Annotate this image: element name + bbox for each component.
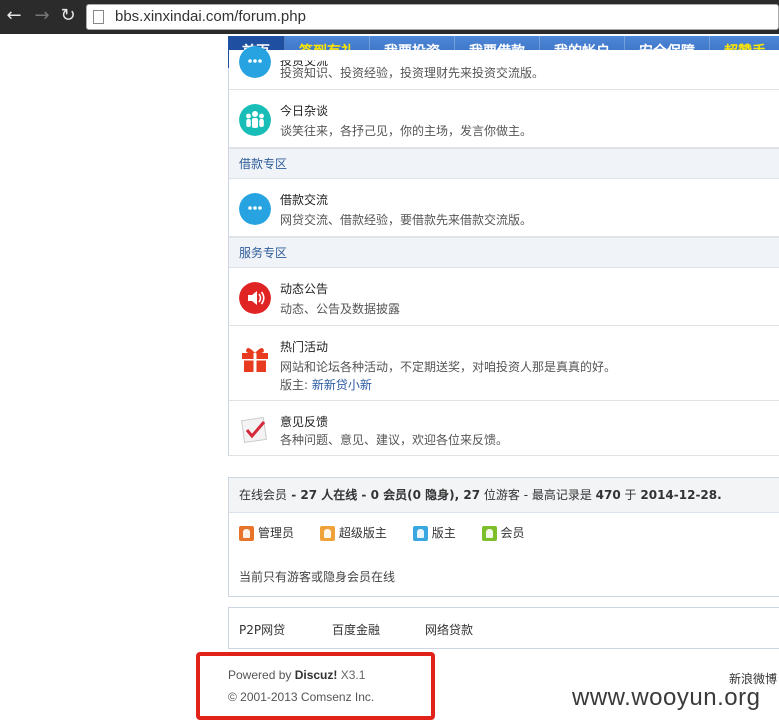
forum-row-invest[interactable]: 投资交流 投资知识、投资经验，投资理财先来投资交流版。 [229, 46, 779, 90]
forum-title[interactable]: 动态公告 [280, 280, 328, 297]
super-mod-user-icon [319, 526, 335, 541]
online-hidden-suffix: 隐身), [420, 488, 464, 502]
chat-bubbles-icon [239, 46, 271, 78]
online-record-date: 2014-12-28. [640, 488, 722, 502]
forum-row-announce[interactable]: 动态公告 动态、公告及数据披露 [229, 268, 779, 326]
online-guests-suffix: 位游客 - 最高记录是 [480, 488, 596, 502]
browser-toolbar: ← → ↻ bbs.xinxindai.com/forum.php [0, 0, 779, 34]
gift-icon [242, 347, 268, 372]
mod-user-icon [412, 526, 428, 541]
highlight-box [196, 652, 435, 720]
link-baidu-finance[interactable]: 百度金融 [332, 621, 380, 638]
forum-list: 投资交流 投资知识、投资经验，投资理财先来投资交流版。 今日杂谈 谈笑往来，各抒… [228, 46, 779, 456]
friend-links: P2P网贷 百度金融 网络贷款 [228, 607, 779, 649]
online-summary: 在线会员 - 27 人在线 - 0 会员(0 隐身), 27 位游客 - 最高记… [229, 478, 779, 513]
chat-bubbles-icon [239, 193, 271, 225]
checkmark-icon [241, 417, 267, 443]
forum-desc: 网站和论坛各种活动，不定期送奖，对咱投资人那是真真的好。 [280, 360, 617, 374]
forum-title[interactable]: 意见反馈 [280, 413, 328, 430]
forum-desc: 谈笑往来，各抒己见，你的主场，发言你做主。 [280, 124, 533, 138]
moderator-link[interactable]: 新新贷小新 [312, 378, 372, 392]
reload-icon[interactable]: ↻ [56, 4, 80, 28]
online-hidden: 0 [412, 488, 421, 502]
section-heading-borrow[interactable]: 借款专区 [229, 148, 779, 179]
admin-user-icon [239, 526, 254, 541]
forum-title[interactable]: 借款交流 [280, 191, 328, 208]
legend-member: 会员 [481, 524, 525, 541]
link-online-loan[interactable]: 网络贷款 [425, 621, 473, 638]
legend-admin: 管理员 [239, 524, 294, 541]
forum-moderator: 版主: 新新贷小新 [280, 376, 372, 393]
forum-title[interactable]: 今日杂谈 [280, 102, 328, 119]
online-members-suffix: 会员( [378, 488, 413, 502]
forum-row-events[interactable]: 热门活动 网站和论坛各种活动，不定期送奖，对咱投资人那是真真的好。 版主: 新新… [229, 326, 779, 401]
address-bar[interactable]: bbs.xinxindai.com/forum.php [86, 4, 779, 30]
moderator-label: 版主: [280, 378, 309, 392]
page-icon [93, 10, 104, 24]
online-record-mid: 于 [620, 488, 641, 502]
member-user-icon [481, 526, 497, 541]
forum-desc: 动态、公告及数据披露 [280, 302, 401, 316]
online-record: 470 [595, 488, 621, 502]
online-guests: 27 [463, 488, 481, 502]
legend-super-mod: 超级版主 [319, 524, 387, 541]
forum-row-feedback[interactable]: 意见反馈 各种问题、意见、建议，欢迎各位来反馈。 [229, 401, 779, 456]
online-members-box: 在线会员 - 27 人在线 - 0 会员(0 隐身), 27 位游客 - 最高记… [228, 477, 779, 597]
online-total: 27 [300, 488, 318, 502]
online-sep: - [287, 488, 301, 502]
forum-row-borrow[interactable]: 借款交流 网贷交流、借款经验，要借款先来借款交流版。 [229, 179, 779, 237]
online-current-text: 当前只有游客或隐身会员在线 [239, 570, 396, 584]
forum-title[interactable]: 热门活动 [280, 338, 328, 355]
forward-arrow-icon[interactable]: → [30, 4, 54, 28]
forum-row-chat[interactable]: 今日杂谈 谈笑往来，各抒己见，你的主场，发言你做主。 [229, 90, 779, 148]
online-total-suffix: 人在线 - [317, 488, 371, 502]
forum-desc: 网贷交流、借款经验，要借款先来借款交流版。 [280, 213, 533, 227]
section-heading-service[interactable]: 服务专区 [229, 237, 779, 268]
people-group-icon [239, 104, 271, 136]
online-members: 0 [370, 488, 379, 502]
member-legend: 管理员 超级版主 版主 会员 [239, 524, 547, 541]
watermark: www.wooyun.org [572, 684, 761, 711]
online-label[interactable]: 在线会员 [239, 488, 287, 502]
forum-desc: 投资知识、投资经验，投资理财先来投资交流版。 [280, 66, 545, 80]
forum-desc: 各种问题、意见、建议，欢迎各位来反馈。 [280, 433, 509, 447]
url-text[interactable]: bbs.xinxindai.com/forum.php [115, 8, 306, 25]
link-p2p[interactable]: P2P网贷 [239, 621, 285, 638]
back-arrow-icon[interactable]: ← [2, 4, 26, 28]
legend-mod: 版主 [412, 524, 456, 541]
speaker-icon [239, 282, 271, 314]
